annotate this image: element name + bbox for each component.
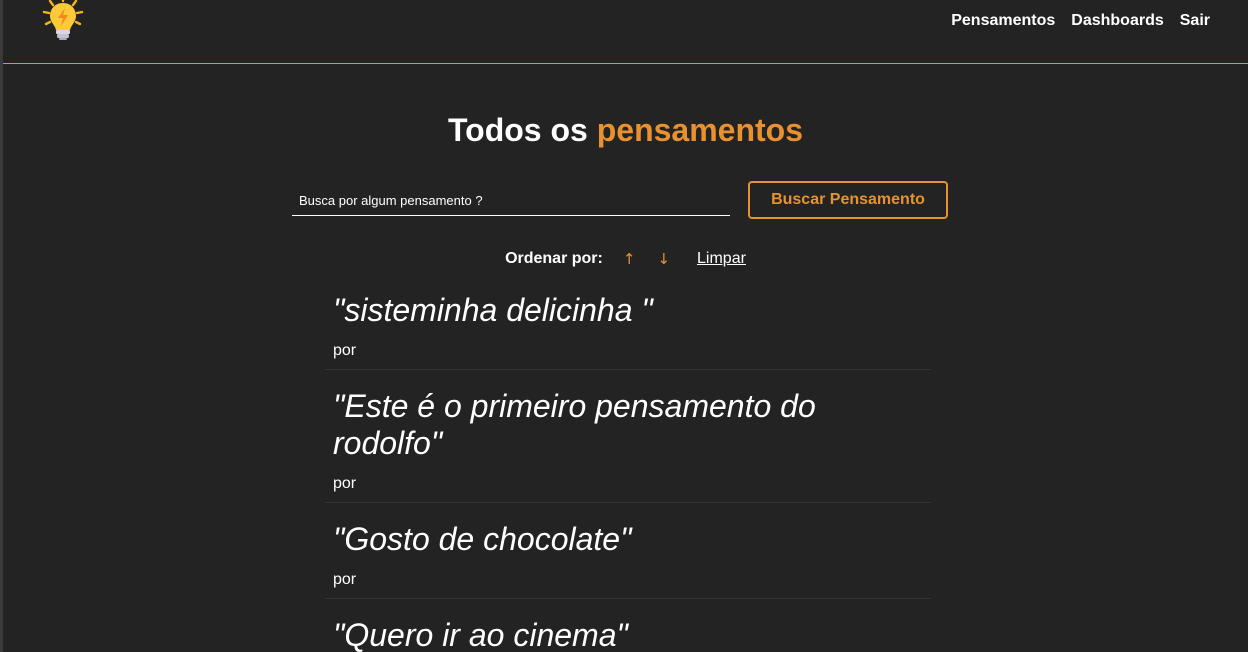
arrow-down-icon[interactable]: ↓ xyxy=(657,249,670,269)
page-title-accent: pensamentos xyxy=(596,112,803,148)
nav-link-dashboards[interactable]: Dashboards xyxy=(1071,12,1163,30)
navbar: Pensamentos Dashboards Sair xyxy=(3,0,1248,64)
page-title: Todos os pensamentos xyxy=(3,110,1248,150)
list-item: "Quero ir ao cinema" xyxy=(325,599,931,652)
nav-link-pensamentos[interactable]: Pensamentos xyxy=(951,12,1055,30)
page-title-prefix: Todos os xyxy=(447,112,597,148)
thought-text: "Quero ir ao cinema" xyxy=(333,617,628,652)
thought-text: "sisteminha delicinha " xyxy=(333,292,653,328)
list-item: "Este é o primeiro pensamento do rodolfo… xyxy=(325,370,931,503)
thoughts-list: "sisteminha delicinha " por "Este é o pr… xyxy=(325,288,931,652)
list-item: "sisteminha delicinha " por xyxy=(325,288,931,370)
thought-text: "Gosto de chocolate" xyxy=(333,521,632,557)
thought-author: por xyxy=(333,571,357,588)
thought-text: "Este é o primeiro pensamento do rodolfo… xyxy=(333,388,816,461)
search-input[interactable] xyxy=(292,186,730,216)
search-button[interactable]: Buscar Pensamento xyxy=(748,181,948,219)
thought-author: por xyxy=(333,342,357,359)
lightbulb-icon[interactable] xyxy=(41,0,85,42)
order-bar: Ordenar por: ↑ ↓ Limpar xyxy=(3,249,1248,269)
thought-author: por xyxy=(333,475,357,492)
order-label: Ordenar por: xyxy=(505,250,603,267)
list-item: "Gosto de chocolate" por xyxy=(325,503,931,599)
clear-order-link[interactable]: Limpar xyxy=(697,249,746,269)
app-window: Pensamentos Dashboards Sair Todos os pen… xyxy=(0,0,1248,652)
arrow-up-icon[interactable]: ↑ xyxy=(623,249,636,269)
nav-link-sair[interactable]: Sair xyxy=(1180,12,1210,30)
nav-links: Pensamentos Dashboards Sair xyxy=(951,12,1210,30)
